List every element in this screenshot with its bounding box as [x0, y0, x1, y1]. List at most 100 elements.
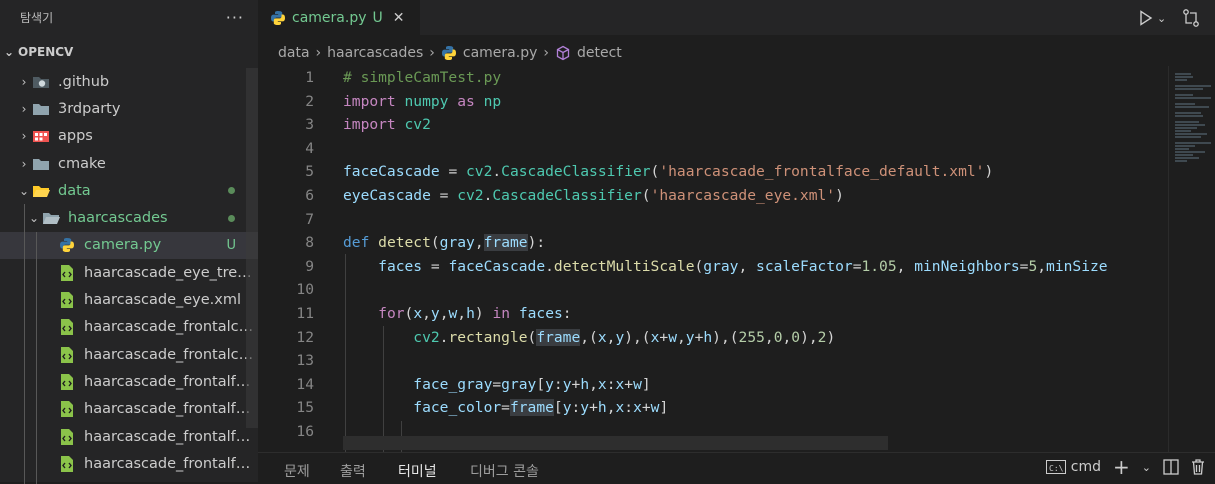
tree-item-apps[interactable]: › apps — [0, 123, 258, 150]
tree-item-label: haarcascades — [68, 210, 168, 227]
breadcrumb-item[interactable]: detect — [555, 45, 622, 61]
terminal-shell-selector[interactable]: C:\ cmd — [1045, 459, 1101, 475]
new-terminal-button[interactable]: + — [1113, 457, 1130, 477]
tab-camera-py[interactable]: camera.py U ✕ — [258, 0, 420, 35]
tree-item-xml[interactable]: haarcascade_eye_tree_eyeglasses.xml — [0, 259, 258, 286]
line-number: 13 — [296, 352, 314, 370]
code-line: def detect(gray,frame): — [343, 234, 546, 252]
tree-item-xml[interactable]: haarcascade_frontalface_alt_tree.xml — [0, 423, 258, 450]
python-icon — [58, 237, 76, 253]
line-number: 1 — [305, 69, 314, 86]
trash-icon[interactable] — [1191, 459, 1205, 475]
tree-item-camera-py[interactable]: camera.py U — [0, 231, 258, 260]
code-area[interactable]: # simpleCamTest.py import numpy as np im… — [343, 66, 1175, 444]
tab-debug-console[interactable]: 디버그 콘솔 — [470, 461, 539, 481]
chevron-down-icon: ⌄ — [28, 211, 40, 226]
bottom-panel: 문제 출력 터미널 디버그 콘솔 C:\ cmd + ⌄ — [258, 452, 1215, 483]
python-icon — [441, 45, 457, 61]
line-number: 4 — [305, 139, 314, 157]
chevron-right-icon: › — [21, 156, 27, 171]
method-cube-icon — [555, 45, 571, 61]
git-status-dot — [228, 187, 235, 195]
code-line: faceCascade = cv2.CascadeClassifier('haa… — [343, 163, 994, 181]
open-folder-icon — [32, 183, 50, 199]
close-icon[interactable]: ✕ — [393, 10, 405, 26]
git-untracked-badge: U — [226, 237, 236, 253]
chevron-down-icon[interactable]: ⌄ — [1142, 461, 1151, 474]
breadcrumb-item[interactable]: camera.py — [441, 45, 537, 61]
tree-item-label: haarcascade_frontalface_alt2.xml — [84, 401, 256, 418]
tree-indent-guide — [36, 232, 37, 484]
code-editor[interactable]: 1 2 3 4 5 6 7 8 9 10 11 12 13 14 15 16 # simpleCamTest.… — [258, 66, 1215, 452]
xml-icon — [58, 455, 76, 472]
chevron-right-icon: › — [21, 101, 27, 116]
tab-problems[interactable]: 문제 — [284, 461, 310, 481]
tree-item-xml[interactable]: haarcascade_eye.xml — [0, 286, 258, 313]
apps-folder-icon — [32, 128, 50, 144]
split-terminal-icon[interactable] — [1163, 459, 1179, 475]
tab-modified-badge: U — [372, 9, 383, 26]
line-number: 9 — [305, 257, 314, 275]
tree-item-data[interactable]: ⌄ data — [0, 177, 258, 204]
tab-terminal[interactable]: 터미널 — [398, 461, 437, 481]
indent-guide — [345, 254, 346, 452]
sidebar-scrollbar[interactable] — [246, 68, 258, 428]
breadcrumb-item[interactable]: haarcascades — [327, 45, 423, 61]
workspace-root[interactable]: ⌄ OPENCV — [0, 41, 258, 63]
tree-item-label: apps — [58, 128, 93, 145]
tree-item-xml[interactable]: haarcascade_frontalface_default.xml — [0, 450, 258, 477]
line-number: 5 — [305, 163, 314, 181]
line-number: 2 — [305, 92, 314, 110]
line-number: 6 — [305, 186, 314, 204]
line-number: 16 — [296, 422, 314, 440]
line-number: 12 — [296, 328, 314, 346]
tree-item-github[interactable]: › .github — [0, 68, 258, 95]
tree-item-xml[interactable]: haarcascade_frontalcatface_extended.xml — [0, 341, 258, 368]
xml-icon — [58, 319, 76, 336]
line-number: 10 — [296, 281, 314, 299]
source-control-compare-icon[interactable] — [1181, 8, 1201, 28]
tree-item-label: haarcascade_frontalface_alt.xml — [84, 373, 256, 390]
tree-item-haarcascades[interactable]: ⌄ haarcascades — [0, 204, 258, 231]
code-line: eyeCascade = cv2.CascadeClassifier('haar… — [343, 186, 844, 204]
tree-item-xml[interactable]: haarcascade_frontalcatface.xml — [0, 314, 258, 341]
xml-icon — [58, 346, 76, 363]
tree-item-cmake[interactable]: › cmake — [0, 150, 258, 177]
tree-item-3rdparty[interactable]: › 3rdparty — [0, 95, 258, 122]
xml-icon — [58, 428, 76, 445]
line-number: 11 — [296, 304, 314, 322]
explorer-header: 탐색기 ··· — [0, 0, 258, 35]
code-line: face_gray=gray[y:y+h,x:x+w] — [413, 375, 651, 393]
tree-item-label: haarcascade_frontalcatface_extended.xml — [84, 346, 256, 363]
explorer-title: 탐색기 — [20, 11, 54, 25]
breadcrumb-item[interactable]: data — [278, 45, 310, 61]
github-folder-icon — [32, 74, 50, 90]
tree-item-xml[interactable]: haarcascade_frontalface_alt.xml — [0, 368, 258, 395]
minimap[interactable] — [1168, 66, 1215, 452]
tree-item-label: data — [58, 182, 91, 199]
code-line: faces = faceCascade.detectMultiScale(gra… — [378, 257, 1108, 275]
open-folder-icon — [42, 210, 60, 226]
tree-item-label: haarcascade_eye_tree_eyeglasses.xml — [84, 264, 256, 281]
xml-icon — [58, 373, 76, 390]
chevron-down-icon: ⌄ — [18, 183, 30, 198]
workspace-root-label: OPENCV — [18, 45, 74, 59]
horizontal-scrollbar[interactable] — [343, 436, 888, 450]
more-actions-icon[interactable]: ··· — [226, 8, 244, 27]
xml-icon — [58, 264, 76, 281]
chevron-down-icon[interactable]: ⌄ — [1157, 12, 1166, 25]
tab-output[interactable]: 출력 — [340, 461, 366, 481]
code-line: cv2.rectangle(frame,(x,y),(x+w,y+h),(255… — [413, 328, 836, 346]
chevron-right-icon: › — [429, 45, 435, 61]
breadcrumb-label: camera.py — [462, 45, 538, 61]
xml-icon — [58, 401, 76, 418]
code-line: import cv2 — [343, 116, 431, 134]
tree-item-xml[interactable]: haarcascade_frontalface_alt2.xml — [0, 396, 258, 423]
line-number: 15 — [296, 399, 314, 417]
tree-item-label: camera.py — [84, 237, 162, 254]
chevron-right-icon: › — [21, 74, 27, 89]
run-button[interactable]: ⌄ — [1139, 8, 1169, 28]
line-number: 7 — [305, 210, 314, 228]
